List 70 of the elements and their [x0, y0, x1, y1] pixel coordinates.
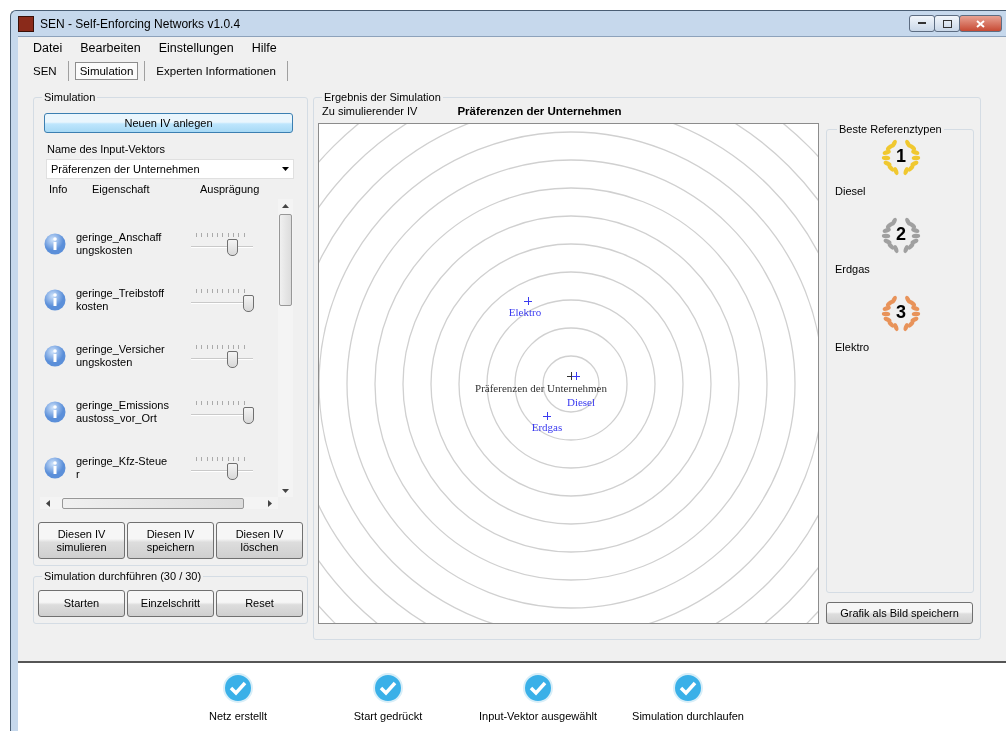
run-button[interactable]: Einzelschritt	[127, 590, 214, 617]
minimize-icon	[918, 22, 926, 25]
scroll-left-icon[interactable]	[46, 499, 50, 507]
group-title: Ergebnis der Simulation	[323, 91, 442, 103]
info-icon[interactable]	[44, 345, 66, 367]
input-vector-dropdown[interactable]: Präferenzen der Unternehmen	[46, 159, 294, 179]
run-button[interactable]: Starten	[38, 590, 125, 617]
menu-item[interactable]: Datei	[24, 41, 72, 59]
app-logo-icon	[18, 15, 34, 32]
status-label: Simulation durchlaufen	[632, 710, 744, 722]
rank-name: Erdgas	[835, 263, 871, 275]
point-label: Elektro	[508, 306, 542, 318]
minimize-button[interactable]	[909, 15, 935, 32]
scroll-up-icon[interactable]	[282, 204, 289, 208]
column-header: Eigenschaft	[92, 183, 151, 195]
iv-label: Zu simulierender IV	[322, 105, 418, 117]
info-icon[interactable]	[44, 457, 66, 479]
iv-action-button[interactable]: Diesen IV speichern	[127, 522, 214, 559]
scroll-right-icon[interactable]	[268, 499, 272, 507]
info-icon[interactable]	[44, 289, 66, 311]
status-label: Start gedrückt	[353, 710, 423, 722]
status-label: Netz erstellt	[208, 710, 268, 722]
tab[interactable]: SEN	[28, 62, 62, 80]
info-icon[interactable]	[44, 233, 66, 255]
status-label: Input-Vektor ausgewählt	[479, 710, 597, 722]
point-label: Diesel	[566, 396, 596, 408]
maximize-icon	[942, 19, 952, 28]
field-label: Name des Input-Vektors	[47, 143, 166, 155]
dropdown-arrow-icon	[282, 167, 289, 171]
rank-number: 3	[895, 302, 907, 323]
menu-item[interactable]: Hilfe	[242, 41, 286, 59]
iv-value: Präferenzen der Unternehmen	[457, 105, 622, 117]
group-title: Simulation durchführen (30 / 30)	[43, 570, 203, 582]
rank-number: 2	[895, 224, 907, 245]
info-icon[interactable]	[44, 401, 66, 423]
window-title: SEN - Self-Enforcing Networks v1.0.4	[40, 16, 241, 31]
value-slider[interactable]	[191, 232, 253, 256]
horizontal-scrollbar[interactable]	[40, 497, 278, 509]
rank-name: Diesel	[835, 185, 867, 197]
save-image-button[interactable]: Grafik als Bild speichern	[826, 602, 973, 624]
rank-name: Elektro	[835, 341, 871, 353]
tab[interactable]: Experten Informationen	[151, 62, 281, 80]
property-name: geringe_Versicher ungskosten	[76, 343, 166, 369]
value-slider[interactable]	[191, 288, 253, 312]
property-name: geringe_Treibstoff kosten	[76, 287, 166, 313]
column-header: Info	[49, 183, 69, 195]
iv-action-button[interactable]: Diesen IV löschen	[216, 522, 303, 559]
property-name: geringe_Emissions austoss_vor_Ort	[76, 399, 170, 425]
iv-action-button[interactable]: Diesen IV simulieren	[38, 522, 125, 559]
menu-item[interactable]: Bearbeiten	[71, 41, 150, 59]
run-button[interactable]: Reset	[216, 590, 303, 617]
vertical-scrollbar[interactable]	[278, 199, 293, 497]
rank-number: 1	[895, 146, 907, 167]
group-title: Simulation	[43, 91, 97, 103]
maximize-button[interactable]	[934, 15, 960, 32]
value-slider[interactable]	[191, 344, 253, 368]
tab[interactable]: Simulation	[74, 62, 139, 80]
point-label: Erdgas	[531, 421, 563, 433]
value-slider[interactable]	[191, 456, 253, 480]
menu-item[interactable]: Einstellungen	[149, 41, 243, 59]
group-title: Beste Referenztypen	[838, 123, 943, 135]
new-iv-button[interactable]: Neuen IV anlegen	[44, 113, 293, 133]
close-button[interactable]	[959, 15, 1002, 32]
property-name: geringe_Anschaff ungskosten	[76, 231, 163, 257]
column-header: Ausprägung	[200, 183, 261, 195]
property-name: geringe_Kfz-Steue r	[76, 455, 169, 481]
value-slider[interactable]	[191, 400, 253, 424]
scroll-down-icon[interactable]	[282, 489, 289, 493]
close-icon	[976, 19, 985, 28]
point-label: Präferenzen der Unternehmen	[475, 382, 607, 394]
